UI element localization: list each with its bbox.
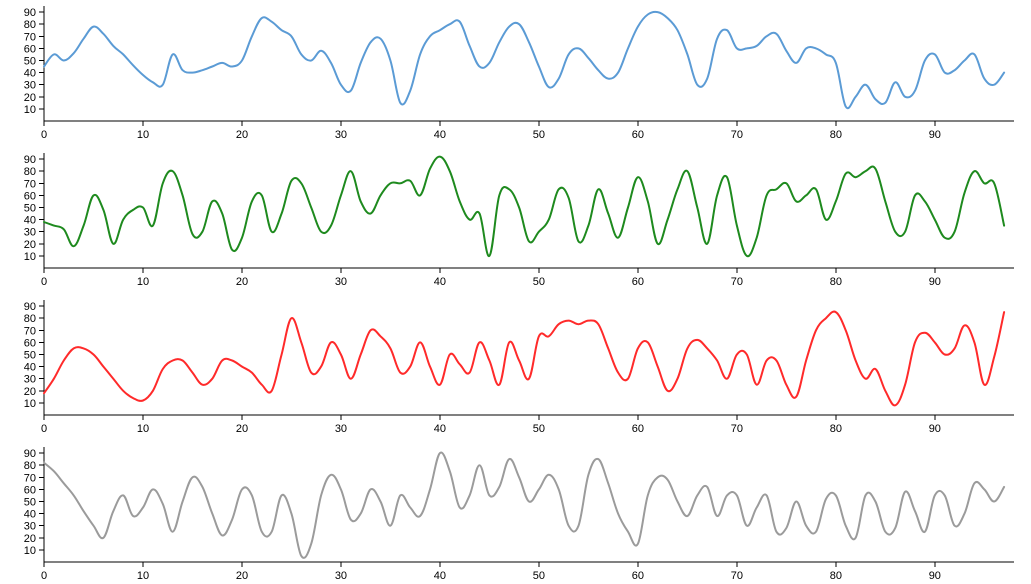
y-tick-label: 10 [24, 545, 36, 557]
line-series-4 [44, 453, 1004, 558]
y-tick-label: 90 [24, 7, 36, 19]
y-tick-label: 40 [24, 509, 36, 521]
x-tick-label: 50 [533, 570, 545, 581]
x-tick-label: 10 [137, 570, 149, 581]
chart-panel-2: 1020304050607080900102030405060708090 [14, 153, 1017, 287]
y-tick-label: 90 [24, 301, 36, 313]
line-series-1 [44, 12, 1004, 108]
y-tick-label: 20 [24, 92, 36, 104]
x-tick-label: 30 [335, 423, 347, 434]
x-tick-label: 80 [830, 129, 842, 140]
x-tick-label: 20 [236, 570, 248, 581]
x-tick-label: 90 [929, 129, 941, 140]
line-series-2 [44, 157, 1004, 257]
series-2 [44, 157, 1004, 257]
y-tick-label: 30 [24, 227, 36, 239]
y-tick-label: 10 [24, 398, 36, 410]
x-tick-label: 80 [830, 423, 842, 434]
y-tick-label: 70 [24, 325, 36, 337]
series-1 [44, 12, 1004, 108]
y-tick-label: 10 [24, 251, 36, 263]
y-tick-label: 20 [24, 239, 36, 251]
x-tick-label: 70 [731, 129, 743, 140]
y-tick-label: 60 [24, 337, 36, 349]
x-tick-label: 40 [434, 423, 446, 434]
y-tick-label: 70 [24, 31, 36, 43]
x-tick-label: 30 [335, 276, 347, 287]
x-tick-label: 10 [137, 423, 149, 434]
series-3 [44, 312, 1004, 406]
y-tick-label: 10 [24, 104, 36, 116]
x-tick-label: 60 [632, 570, 644, 581]
chart-svg-4: 1020304050607080900102030405060708090 [14, 447, 1017, 581]
x-tick-label: 80 [830, 276, 842, 287]
y-tick-label: 60 [24, 484, 36, 496]
y-tick-label: 30 [24, 80, 36, 92]
x-tick-label: 40 [434, 570, 446, 581]
y-tick-label: 80 [24, 166, 36, 178]
chart-panel-3: 1020304050607080900102030405060708090 [14, 300, 1017, 434]
x-tick-label: 90 [929, 423, 941, 434]
y-tick-label: 80 [24, 460, 36, 472]
y-tick-label: 90 [24, 448, 36, 460]
y-tick-label: 40 [24, 215, 36, 227]
chart-svg-3: 1020304050607080900102030405060708090 [14, 300, 1017, 434]
y-tick-label: 30 [24, 521, 36, 533]
y-tick-label: 70 [24, 178, 36, 190]
x-tick-label: 20 [236, 276, 248, 287]
x-tick-label: 30 [335, 570, 347, 581]
x-tick-label: 70 [731, 570, 743, 581]
x-tick-label: 60 [632, 423, 644, 434]
y-tick-label: 80 [24, 19, 36, 31]
y-tick-label: 50 [24, 349, 36, 361]
x-tick-label: 10 [137, 276, 149, 287]
y-tick-label: 50 [24, 496, 36, 508]
x-tick-label: 0 [41, 423, 47, 434]
x-tick-label: 60 [632, 129, 644, 140]
x-tick-label: 70 [731, 423, 743, 434]
x-tick-label: 40 [434, 129, 446, 140]
y-tick-label: 70 [24, 472, 36, 484]
line-series-3 [44, 312, 1004, 406]
y-tick-label: 20 [24, 533, 36, 545]
x-tick-label: 60 [632, 276, 644, 287]
chart-svg-1: 1020304050607080900102030405060708090 [14, 6, 1017, 140]
y-tick-label: 40 [24, 68, 36, 80]
x-tick-label: 20 [236, 423, 248, 434]
x-tick-label: 50 [533, 276, 545, 287]
y-tick-label: 60 [24, 190, 36, 202]
y-tick-label: 90 [24, 154, 36, 166]
x-tick-label: 40 [434, 276, 446, 287]
y-tick-label: 60 [24, 43, 36, 55]
x-tick-label: 90 [929, 570, 941, 581]
chart-panel-1: 1020304050607080900102030405060708090 [14, 6, 1017, 140]
series-4 [44, 453, 1004, 558]
y-tick-label: 40 [24, 362, 36, 374]
x-tick-label: 50 [533, 423, 545, 434]
y-tick-label: 50 [24, 55, 36, 67]
y-tick-label: 30 [24, 374, 36, 386]
x-tick-label: 0 [41, 276, 47, 287]
x-tick-label: 30 [335, 129, 347, 140]
chart-svg-2: 1020304050607080900102030405060708090 [14, 153, 1017, 287]
y-tick-label: 80 [24, 313, 36, 325]
x-tick-label: 20 [236, 129, 248, 140]
chart-panel-4: 1020304050607080900102030405060708090 [14, 447, 1017, 581]
x-tick-label: 50 [533, 129, 545, 140]
x-tick-label: 80 [830, 570, 842, 581]
y-tick-label: 50 [24, 202, 36, 214]
x-tick-label: 0 [41, 129, 47, 140]
x-tick-label: 10 [137, 129, 149, 140]
y-tick-label: 20 [24, 386, 36, 398]
x-tick-label: 70 [731, 276, 743, 287]
x-tick-label: 90 [929, 276, 941, 287]
x-tick-label: 0 [41, 570, 47, 581]
